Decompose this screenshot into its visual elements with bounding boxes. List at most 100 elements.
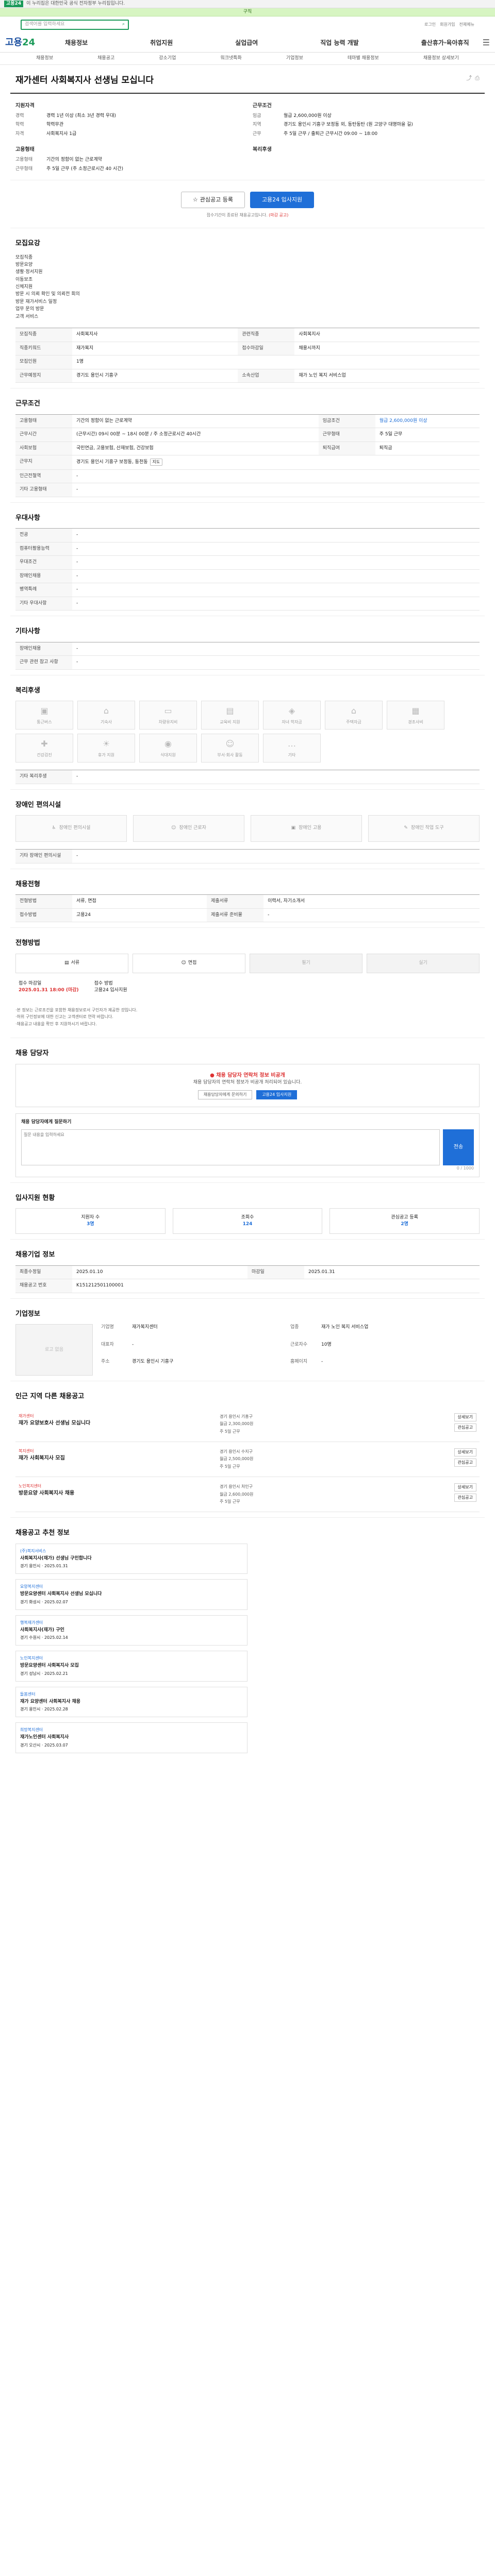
gov-logo: 고용24	[4, 0, 24, 8]
rec-card[interactable]: 행복재가센터 사회복지사(재가) 구인 경기 수원시 · 2025.02.14	[15, 1615, 248, 1646]
house-icon: ⌂	[103, 706, 109, 716]
gnb-item-jobs[interactable]: 채용정보	[65, 38, 88, 47]
tool-icon: ✎	[404, 825, 408, 831]
rec-card[interactable]: (주)복지서비스 사회복지사(재가) 선생님 구인합니다 경기 용인시 · 2025…	[15, 1543, 248, 1574]
bus-icon: ▣	[40, 706, 48, 716]
list-item[interactable]: 노인복지센터 방문요양 사회복지사 채용 경기 용인시 처인구 월급 2,600,0…	[15, 1477, 480, 1513]
alert-icon: ●	[210, 1072, 214, 1078]
save-button[interactable]: ☆ 관심공고 등록	[180, 192, 245, 208]
person-icon: ☺	[171, 825, 176, 831]
method-step: ▤ 서류	[15, 953, 128, 973]
util-links: 로그인 회원가입 전체메뉴	[424, 22, 474, 28]
menu-icon[interactable]: ☰	[483, 37, 490, 49]
apply-button[interactable]: 고용24 입사지원	[250, 192, 315, 208]
login-link[interactable]: 로그인	[424, 22, 436, 28]
fav-button[interactable]: 관심공고	[454, 1494, 476, 1502]
rec-card[interactable]: 돌봄센터 재가 요양센터 사회복지사 채용 경기 용인시 · 2025.02.28	[15, 1686, 248, 1718]
gov-notice: 이 누리집은 대한민국 공식 전자정부 누리집입니다.	[26, 1, 125, 6]
section-method: 전형방법 ▤ 서류 ☺ 면접 필기 실기 접수 마감일 2025.01.31 18:0…	[10, 927, 485, 1038]
search-bar: 검색어를 입력하세요 ⌕ 로그인 회원가입 전체메뉴	[0, 16, 495, 33]
recruit-table: 모집직종 사회복지사 관련직종 사회복지사 직종키워드 재가복지 접수마감일 채용시까지 모…	[15, 328, 480, 383]
signup-link[interactable]: 회원가입	[440, 22, 455, 28]
lnb-item[interactable]: 채용정보	[36, 55, 53, 62]
warning-list: ·본 정보는 근로조건을 포함한 채용정보로서 구인자가 제공한 것입니다. ·허…	[15, 1007, 138, 1026]
gnb-item-support[interactable]: 취업지원	[150, 38, 173, 47]
apply-actions: ☆ 관심공고 등록 고용24 입사지원	[10, 180, 485, 212]
gnb-item-training[interactable]: 직업 능력 개발	[320, 38, 359, 47]
car-icon: ▭	[164, 706, 172, 716]
category-bar[interactable]: 구직	[0, 8, 495, 16]
lnb-item[interactable]: 채용공고	[97, 55, 114, 62]
health-icon: ✚	[41, 739, 48, 749]
search-icon[interactable]: ⌕	[122, 21, 125, 28]
list-item[interactable]: 복지센터 재가 사회복지사 모집 경기 용인시 수지구 월급 2,500,000원 주…	[15, 1442, 480, 1478]
site-logo[interactable]: 고용24	[5, 36, 62, 49]
map-button[interactable]: 지도	[150, 459, 163, 466]
job-title-area: 재가센터 사회복지사 선생님 모십니다 ⤴ ⎙	[10, 65, 485, 94]
lnb-item[interactable]: 워크넷특화	[220, 55, 241, 62]
welfare-card: ◈ 자녀 학자금	[263, 701, 321, 730]
gnb-item-benefit[interactable]: 실업급여	[235, 38, 258, 47]
cap-icon: ◈	[288, 706, 295, 716]
section-preferred: 우대사항 전공 - 컴퓨터활용능력 - 우대조건 - 장애인채용 - 병역특례 - 기타 …	[10, 502, 485, 616]
section-welfare: 복리후생 ▣ 통근버스 ⌂ 기숙사 ▭ 차량유지비 ▤ 교육비 지원 ◈ 자녀 학자금 ⌂…	[10, 674, 485, 789]
lnb-item[interactable]: 강소기업	[159, 55, 176, 62]
gnb-menu: 채용정보 취업지원 실업급여 직업 능력 개발 출산휴가·육아휴직	[65, 38, 480, 47]
welfare-card: … 기타	[263, 734, 321, 763]
ask-input[interactable]	[21, 1129, 440, 1165]
method-step: 실기	[367, 953, 480, 973]
welfare-card: ⌂ 기숙사	[77, 701, 135, 730]
section-disability: 장애인 편의시설 ♿ 장애인 편의시설 ☺ 장애인 근로자 ▣ 장애인 고용 ✎ 장애인…	[10, 789, 485, 869]
lnb-item[interactable]: 기업정보	[286, 55, 303, 62]
sun-icon: ☀	[102, 739, 110, 749]
more-icon: …	[288, 739, 296, 749]
disability-card: ▣ 장애인 고용	[251, 815, 362, 842]
allmenu-link[interactable]: 전체메뉴	[459, 22, 474, 28]
ask-button[interactable]: 채용담당자에게 문의하기	[197, 1090, 253, 1100]
rec-card[interactable]: 노인복지센터 방문요양센터 사회복지사 모집 경기 성남시 · 2025.02.21	[15, 1651, 248, 1682]
print-icon[interactable]: ⎙	[475, 74, 480, 83]
list-item[interactable]: 재가센터 재가 요양보호사 선생님 모십니다 경기 용인시 기흥구 월급 2,300…	[15, 1407, 480, 1442]
global-nav: 고용24 채용정보 취업지원 실업급여 직업 능력 개발 출산휴가·육아휴직 ☰	[0, 33, 495, 53]
lnb-item[interactable]: 채용정보 상세보기	[423, 55, 459, 62]
section-etc: 기타사항 장애인채용 - 근무 관련 참고 사항 -	[10, 616, 485, 675]
method-step: ☺ 면접	[133, 953, 245, 973]
share-icon[interactable]: ⤴	[466, 74, 472, 83]
disability-card: ☺ 장애인 근로자	[133, 815, 244, 842]
section-stats: 입사지원 현황 지원자 수 3명 조회수 124 관심공고 등록 2명	[10, 1182, 485, 1240]
fav-button[interactable]: 관심공고	[454, 1458, 476, 1467]
fav-button[interactable]: 관심공고	[454, 1423, 476, 1432]
page-title: 재가센터 사회복지사 선생님 모십니다	[15, 75, 154, 86]
section-process: 채용전형 전형방법 서류, 면접 제출서류 이력서, 자기소개서 접수방법 고용24 제출…	[10, 868, 485, 928]
welfare-cards: ▣ 통근버스 ⌂ 기숙사 ▭ 차량유지비 ▤ 교육비 지원 ◈ 자녀 학자금 ⌂ 주택자금 …	[15, 701, 480, 763]
stat-card: 지원자 수 3명	[15, 1208, 166, 1234]
food-icon: ◉	[164, 739, 172, 749]
apply-button-2[interactable]: 고용24 입사지원	[256, 1090, 298, 1100]
doc-icon: ▤	[64, 960, 69, 965]
gnb-item-leave[interactable]: 출산휴가·육아휴직	[421, 38, 469, 47]
send-button[interactable]: 전송	[443, 1129, 474, 1165]
gift-icon: ▦	[411, 706, 420, 716]
section-contact: 채용 담당자 ● 채용 담당자 연락처 정보 비공개 채용 담당자의 연락처 정…	[10, 1038, 485, 1182]
briefcase-icon: ▣	[291, 825, 296, 831]
section-company: 기업정보 로고 없음 기업명 재가복지센터 업종 재가 노인 복지 서비스업 대표자…	[10, 1298, 485, 1381]
detail-button[interactable]: 상세보기	[454, 1483, 476, 1492]
disability-card: ✎ 장애인 작업 도구	[368, 815, 480, 842]
section-conditions: 근무조건 고용형태 기간의 정함이 없는 근로계약 임금조건 월급 2,600,000…	[10, 388, 485, 502]
home-icon: ⌂	[351, 706, 357, 716]
method-step: 필기	[250, 953, 362, 973]
local-nav: 채용정보 채용공고 강소기업 워크넷특화 기업정보 테마별 채용정보 채용정보 …	[0, 53, 495, 65]
welfare-card: ☀ 휴가 지원	[77, 734, 135, 763]
welfare-card: ⌂ 주택자금	[325, 701, 383, 730]
detail-button[interactable]: 상세보기	[454, 1413, 476, 1421]
lnb-item[interactable]: 테마별 채용정보	[348, 55, 379, 62]
company-logo: 로고 없음	[15, 1324, 93, 1376]
talk-icon: ☺	[181, 960, 186, 965]
detail-button[interactable]: 상세보기	[454, 1448, 476, 1456]
section-recruit: 모집요강 모집직종 방문요양 생활·정서지원 이동보조 신체지원 방문 시 의뢰 확인 및…	[10, 228, 485, 388]
disability-card: ♿ 장애인 편의시설	[15, 815, 127, 842]
search-input[interactable]: 검색어를 입력하세요 ⌕	[21, 20, 129, 30]
etc-table: 장애인채용 - 근무 관련 참고 사항 -	[15, 641, 480, 670]
rec-card[interactable]: 희망복지센터 재가노인센터 사회복지사 경기 오산시 · 2025.03.07	[15, 1722, 248, 1753]
rec-card[interactable]: 요양복지센터 방문요양센터 사회복지사 선생님 모십니다 경기 화성시 · 2025…	[15, 1579, 248, 1610]
